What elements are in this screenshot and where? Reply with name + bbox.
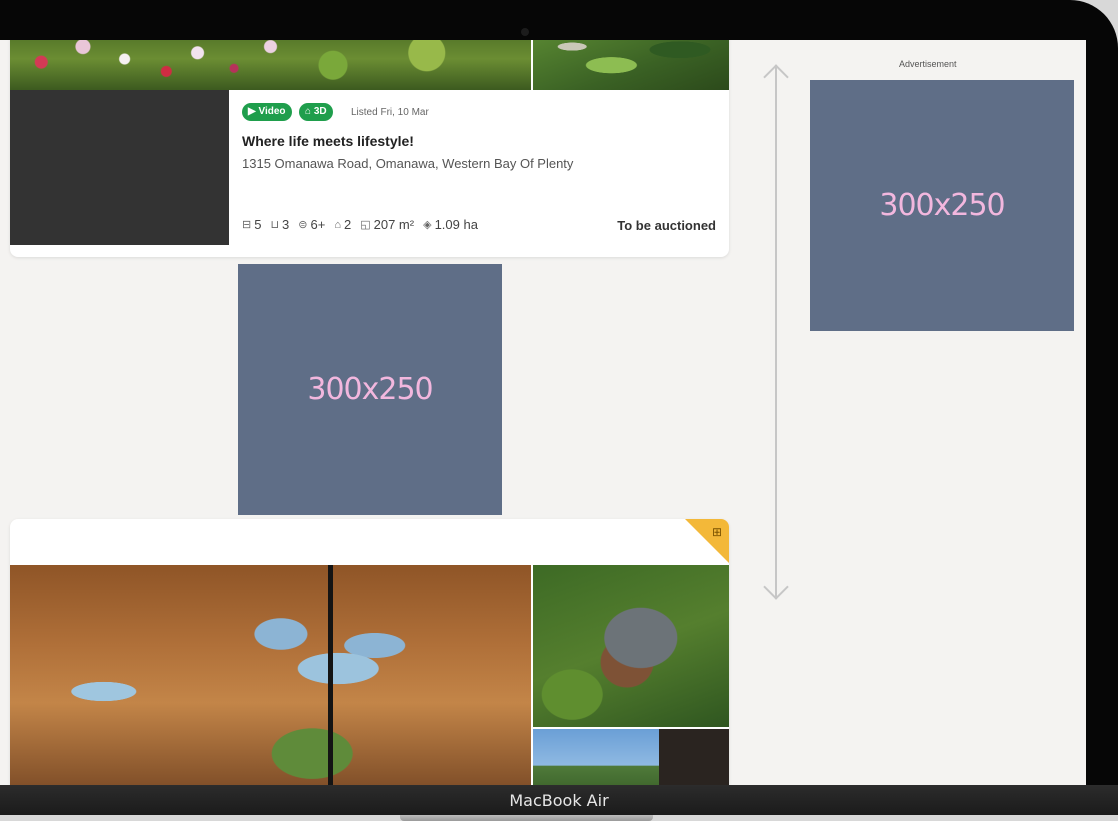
- sale-method: To be auctioned: [617, 218, 716, 233]
- listed-date: Listed Fri, 10 Mar: [351, 107, 429, 118]
- floor-area: ◱ 207 m²: [360, 217, 415, 232]
- car-icon: ⊜: [298, 219, 308, 231]
- floor-area-icon: ◱: [360, 219, 371, 231]
- listing-address: 1315 Omanawa Road, Omanawa, Western Bay …: [242, 156, 574, 171]
- listing-title[interactable]: Where life meets lifestyle!: [242, 133, 414, 149]
- listing-photo-side[interactable]: [533, 565, 729, 727]
- bath-icon: ⊔: [270, 219, 280, 231]
- garage-icon: ⌂: [334, 218, 341, 231]
- device-label: MacBook Air: [509, 791, 609, 810]
- advertisement-label: Advertisement: [899, 59, 957, 69]
- corner-tag: [685, 519, 729, 563]
- land-area-icon: ◈: [423, 219, 432, 231]
- listing-photo-side[interactable]: [533, 729, 729, 785]
- bathrooms: ⊔ 3: [270, 217, 290, 232]
- listing-card[interactable]: ⊞: [10, 519, 729, 785]
- scroll-indicator-line: [775, 67, 777, 597]
- sidebar-ad[interactable]: 300x250: [810, 80, 1074, 331]
- land-area: ◈ 1.09 ha: [423, 217, 478, 232]
- garage: ⌂ 2: [334, 217, 352, 232]
- camera: [521, 28, 529, 36]
- listing-photo-main[interactable]: [10, 565, 531, 785]
- listing-photo-side[interactable]: [533, 40, 729, 90]
- arrow-down-icon: [763, 574, 789, 600]
- listing-card[interactable]: ▶ Video ⌂ 3D Listed Fri, 10 Mar Where li…: [10, 40, 729, 257]
- plan-icon: ⊞: [711, 525, 722, 539]
- arrow-up-icon: [763, 64, 789, 90]
- bed-icon: ⊟: [242, 219, 252, 231]
- laptop-bezel: ▶ Video ⌂ 3D Listed Fri, 10 Mar Where li…: [0, 0, 1118, 790]
- laptop-notch: [400, 815, 653, 821]
- browser-viewport: ▶ Video ⌂ 3D Listed Fri, 10 Mar Where li…: [0, 40, 1086, 785]
- listing-photo-main[interactable]: [10, 40, 531, 90]
- parking: ⊜ 6+: [298, 217, 326, 232]
- bedrooms: ⊟ 5: [242, 217, 262, 232]
- inline-ad[interactable]: 300x250: [238, 264, 502, 515]
- video-badge[interactable]: ▶ Video: [242, 103, 292, 121]
- agent-panel: [10, 90, 229, 245]
- 3d-badge[interactable]: ⌂ 3D: [299, 103, 333, 121]
- feature-list: ⊟ 5 ⊔ 3 ⊜ 6+ ⌂ 2 ◱ 207 m² ◈ 1.09 ha: [242, 217, 478, 232]
